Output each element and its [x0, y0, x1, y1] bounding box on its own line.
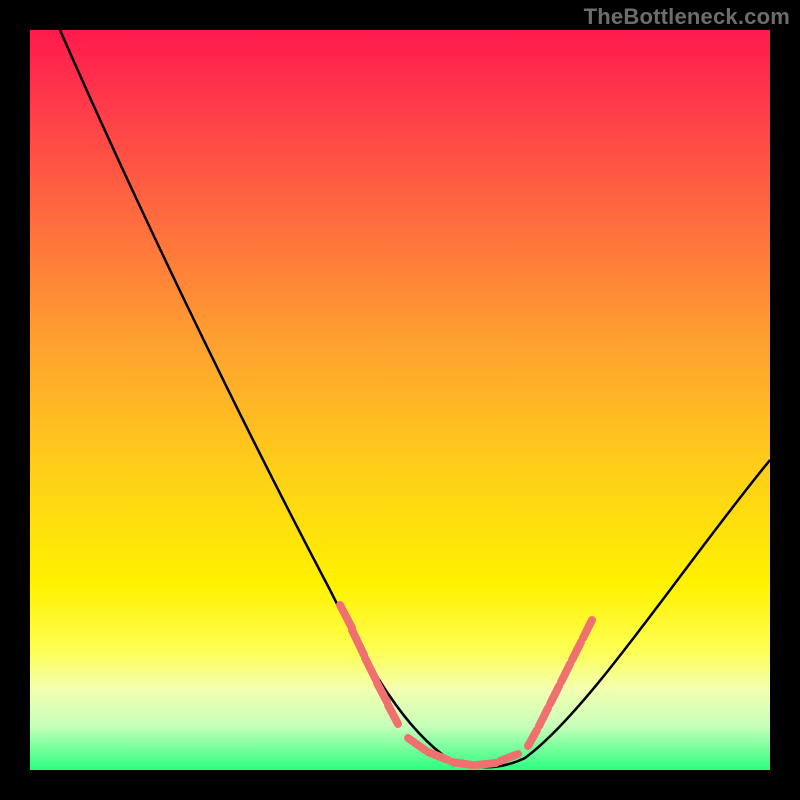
chart-frame: TheBottleneck.com	[0, 0, 800, 800]
left-cluster-markers	[340, 605, 398, 724]
bottom-cluster-markers	[408, 738, 518, 765]
watermark-label: TheBottleneck.com	[584, 4, 790, 30]
curve-line	[60, 30, 770, 767]
chart-svg	[30, 30, 770, 770]
chart-plot-area	[30, 30, 770, 770]
